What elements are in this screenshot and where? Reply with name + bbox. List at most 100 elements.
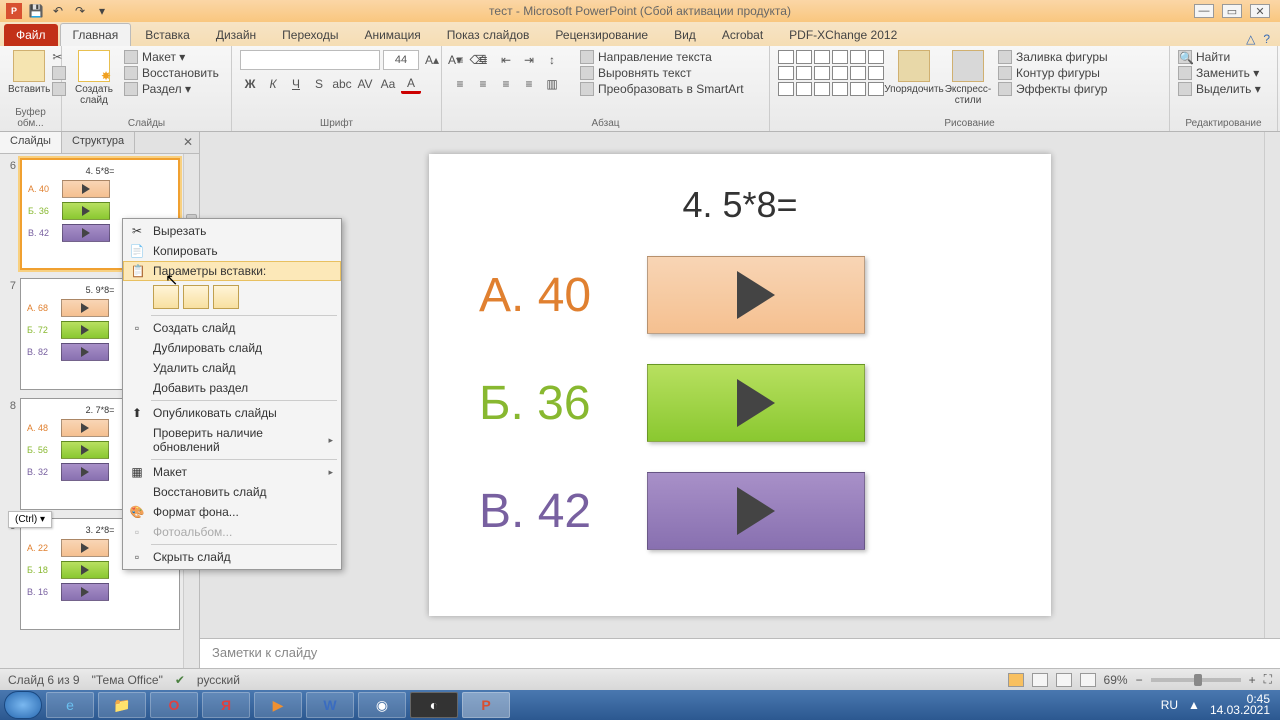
- sorter-view-icon[interactable]: [1032, 673, 1048, 687]
- ribbon-tab[interactable]: Вставка: [133, 24, 202, 46]
- answer-button[interactable]: [647, 364, 865, 442]
- ribbon-tab[interactable]: Дизайн: [204, 24, 268, 46]
- zoom-in-icon[interactable]: +: [1249, 673, 1256, 687]
- paste-option-1[interactable]: [153, 285, 179, 309]
- slideshow-view-icon[interactable]: [1080, 673, 1096, 687]
- reading-view-icon[interactable]: [1056, 673, 1072, 687]
- align-left-icon[interactable]: ≡: [450, 74, 470, 94]
- shape-fill-button[interactable]: Заливка фигуры: [998, 50, 1108, 64]
- file-tab[interactable]: Файл: [4, 24, 58, 46]
- taskbar-yandex[interactable]: Я: [202, 692, 250, 718]
- layout-button[interactable]: Макет ▾: [124, 50, 219, 64]
- shape-outline-button[interactable]: Контур фигуры: [998, 66, 1108, 80]
- ribbon-tab[interactable]: PDF-XChange 2012: [777, 24, 909, 46]
- spacing-icon[interactable]: AV: [355, 74, 375, 94]
- taskbar-chrome[interactable]: ◉: [358, 692, 406, 718]
- arrange-button[interactable]: Упорядочить: [890, 50, 938, 95]
- maximize-button[interactable]: ▭: [1222, 4, 1242, 18]
- taskbar-player[interactable]: ▶: [254, 692, 302, 718]
- ribbon-tab[interactable]: Переходы: [270, 24, 350, 46]
- slide-scrollbar[interactable]: [1264, 132, 1280, 638]
- cm-add-section[interactable]: Добавить раздел: [123, 378, 341, 398]
- save-icon[interactable]: 💾: [28, 3, 44, 19]
- taskbar-obs[interactable]: ◐: [410, 692, 458, 718]
- justify-icon[interactable]: ≡: [519, 74, 539, 94]
- help-icon[interactable]: ?: [1263, 32, 1270, 46]
- select-button[interactable]: Выделить ▾: [1178, 82, 1261, 96]
- section-button[interactable]: Раздел ▾: [124, 82, 219, 96]
- quick-styles-button[interactable]: Экспресс-стили: [944, 50, 992, 106]
- outdent-icon[interactable]: ⇤: [496, 50, 516, 70]
- cm-new-slide[interactable]: ▫Создать слайд: [123, 318, 341, 338]
- cm-delete[interactable]: Удалить слайд: [123, 358, 341, 378]
- redo-icon[interactable]: ↷: [72, 3, 88, 19]
- outline-tab[interactable]: Структура: [62, 132, 135, 153]
- paste-button[interactable]: Вставить: [8, 50, 50, 95]
- fit-icon[interactable]: ⛶: [1264, 672, 1272, 687]
- text-direction-button[interactable]: Направление текста: [580, 50, 744, 64]
- cm-copy[interactable]: 📄Копировать: [123, 241, 341, 261]
- font-size-combo[interactable]: [383, 50, 419, 70]
- grow-font-icon[interactable]: A▴: [422, 50, 442, 70]
- taskbar-opera[interactable]: O: [150, 692, 198, 718]
- ribbon-tab[interactable]: Вид: [662, 24, 708, 46]
- panel-close-icon[interactable]: ✕: [177, 132, 199, 153]
- smartart-button[interactable]: Преобразовать в SmartArt: [580, 82, 744, 96]
- cm-hide[interactable]: ▫Скрыть слайд: [123, 547, 341, 567]
- ribbon-tab[interactable]: Анимация: [352, 24, 432, 46]
- ribbon-tab[interactable]: Рецензирование: [543, 24, 660, 46]
- start-button[interactable]: [4, 691, 42, 719]
- language-status[interactable]: русский: [197, 673, 240, 687]
- shapes-gallery[interactable]: [778, 50, 884, 96]
- cm-duplicate[interactable]: Дублировать слайд: [123, 338, 341, 358]
- tray-lang[interactable]: RU: [1161, 698, 1178, 712]
- shadow-icon[interactable]: abc: [332, 74, 352, 94]
- align-text-button[interactable]: Выровнять текст: [580, 66, 744, 80]
- spellcheck-icon[interactable]: ✔: [175, 673, 185, 687]
- paste-option-2[interactable]: [183, 285, 209, 309]
- bullets-icon[interactable]: ≡: [450, 50, 470, 70]
- app-icon[interactable]: P: [6, 3, 22, 19]
- italic-icon[interactable]: К: [263, 74, 283, 94]
- taskbar-ie[interactable]: e: [46, 692, 94, 718]
- cm-cut[interactable]: ✂Вырезать: [123, 221, 341, 241]
- ribbon-tab[interactable]: Главная: [60, 23, 132, 46]
- new-slide-button[interactable]: ✸Создать слайд: [70, 50, 118, 106]
- close-button[interactable]: ✕: [1250, 4, 1270, 18]
- columns-icon[interactable]: ▥: [542, 74, 562, 94]
- paste-options-badge[interactable]: (Ctrl) ▾: [8, 511, 52, 528]
- answer-button[interactable]: [647, 256, 865, 334]
- taskbar-word[interactable]: W: [306, 692, 354, 718]
- cm-format-bg[interactable]: 🎨Формат фона...: [123, 502, 341, 522]
- tray-flag-icon[interactable]: ▲: [1188, 698, 1200, 712]
- cm-check-updates[interactable]: Проверить наличие обновлений▸: [123, 423, 341, 457]
- align-right-icon[interactable]: ≡: [496, 74, 516, 94]
- taskbar-powerpoint[interactable]: P: [462, 692, 510, 718]
- replace-button[interactable]: Заменить ▾: [1178, 66, 1261, 80]
- line-spacing-icon[interactable]: ↕: [542, 50, 562, 70]
- ribbon-tab[interactable]: Acrobat: [710, 24, 775, 46]
- minimize-button[interactable]: —: [1194, 4, 1214, 18]
- find-button[interactable]: 🔍Найти: [1178, 50, 1261, 64]
- strike-icon[interactable]: S: [309, 74, 329, 94]
- case-icon[interactable]: Aa: [378, 74, 398, 94]
- slides-tab[interactable]: Слайды: [0, 132, 62, 153]
- cm-layout[interactable]: ▦Макет▸: [123, 462, 341, 482]
- bold-icon[interactable]: Ж: [240, 74, 260, 94]
- ribbon-minimize-icon[interactable]: △: [1246, 32, 1255, 46]
- align-center-icon[interactable]: ≡: [473, 74, 493, 94]
- notes-pane[interactable]: Заметки к слайду: [200, 638, 1280, 668]
- qat-dropdown-icon[interactable]: ▾: [94, 3, 110, 19]
- zoom-slider[interactable]: [1151, 678, 1241, 682]
- cm-reset[interactable]: Восстановить слайд: [123, 482, 341, 502]
- zoom-level[interactable]: 69%: [1104, 673, 1128, 687]
- numbering-icon[interactable]: ≣: [473, 50, 493, 70]
- reset-button[interactable]: Восстановить: [124, 66, 219, 80]
- font-color-icon[interactable]: A: [401, 74, 421, 94]
- paste-option-3[interactable]: [213, 285, 239, 309]
- normal-view-icon[interactable]: [1008, 673, 1024, 687]
- undo-icon[interactable]: ↶: [50, 3, 66, 19]
- underline-icon[interactable]: Ч: [286, 74, 306, 94]
- cm-publish[interactable]: ⬆Опубликовать слайды: [123, 403, 341, 423]
- indent-icon[interactable]: ⇥: [519, 50, 539, 70]
